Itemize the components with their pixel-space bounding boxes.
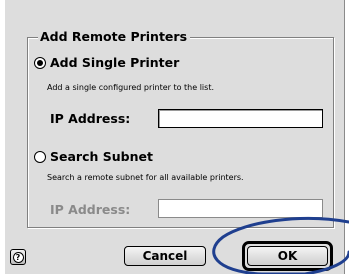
subnet-ip-address-field[interactable] [158,199,323,218]
add-single-printer-description: Add a single configured printer to the l… [47,83,214,92]
radio-selected-icon [34,57,46,69]
ok-button[interactable]: OK [247,246,328,266]
cancel-button[interactable]: Cancel [124,246,206,266]
add-remote-printers-group: Add Remote Printers Add Single Printer A… [27,29,334,228]
search-subnet-description: Search a remote subnet for all available… [47,173,244,182]
add-single-printer-radio[interactable]: Add Single Printer [34,56,179,70]
search-subnet-label: Search Subnet [50,149,153,164]
subnet-ip-address-label: IP Address: [50,202,131,217]
add-single-printer-label: Add Single Printer [50,55,180,70]
group-title: Add Remote Printers [38,29,191,45]
help-icon: ? [12,251,24,263]
help-button[interactable]: ? [10,249,26,265]
single-ip-address-label: IP Address: [50,111,131,126]
search-subnet-radio[interactable]: Search Subnet [34,150,153,164]
single-ip-address-field[interactable] [158,109,323,128]
dialog-window: Add Remote Printers Add Single Printer A… [4,0,345,274]
radio-unselected-icon [34,151,46,163]
